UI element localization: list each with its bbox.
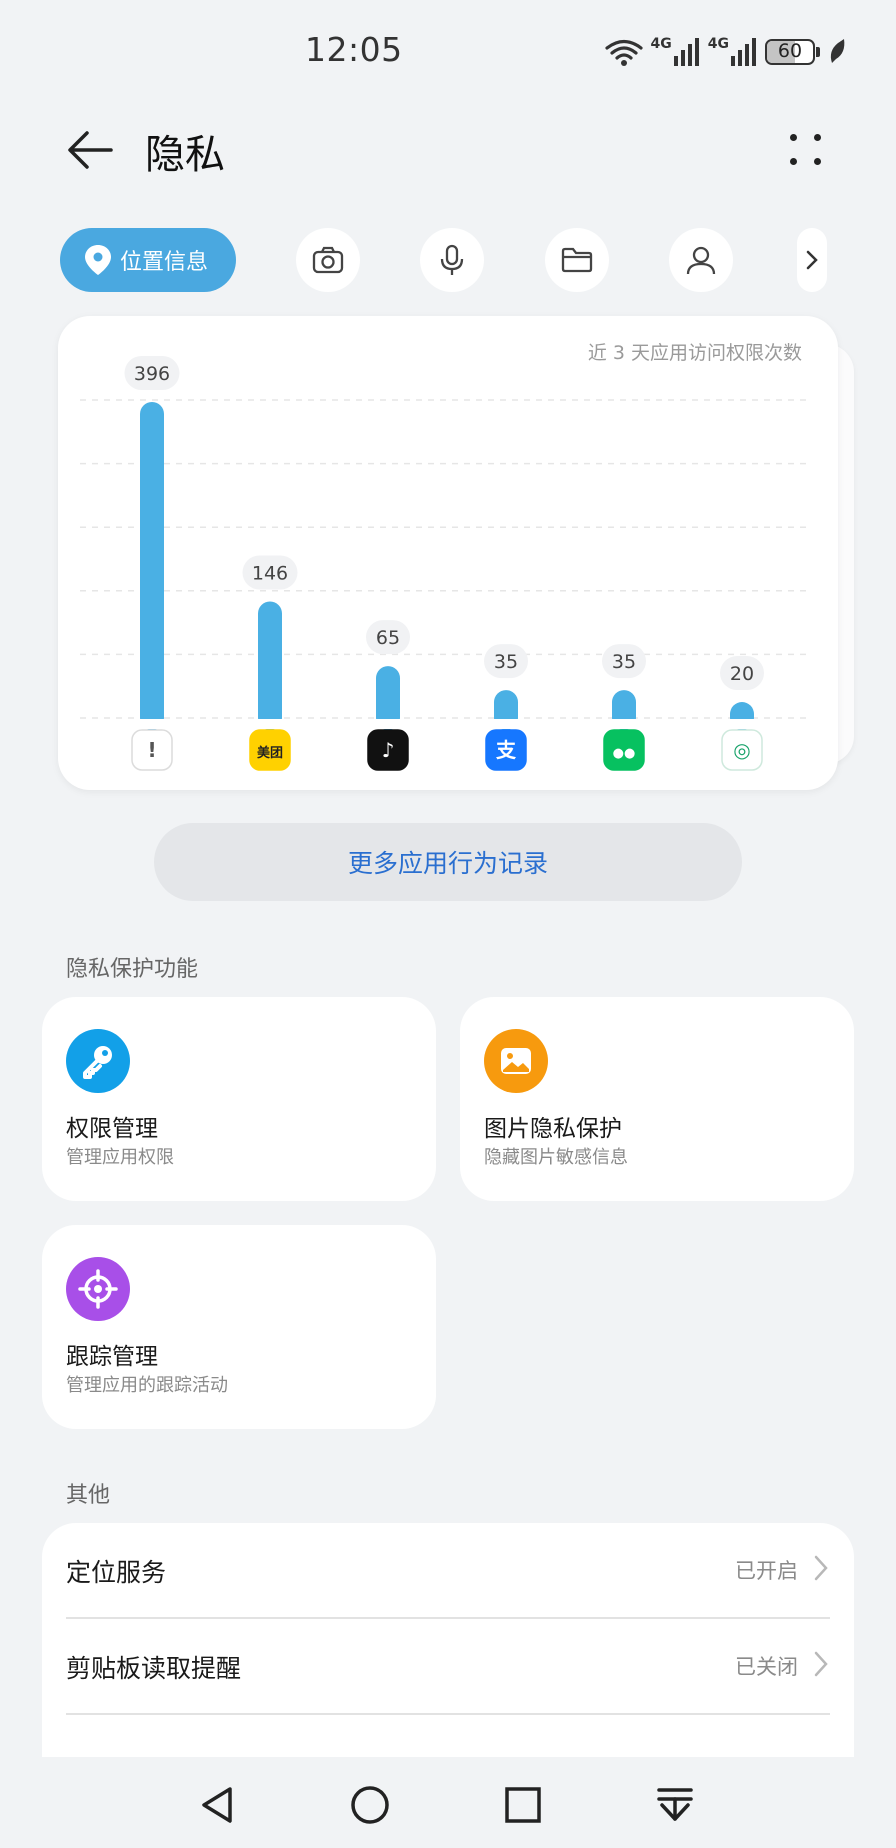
app-icon-glyph: !	[147, 738, 156, 762]
tab-scroll-next[interactable]	[797, 228, 827, 292]
camera-icon	[312, 246, 344, 274]
bar-value-label: 20	[730, 663, 754, 685]
app-icon-glyph: 美团	[257, 745, 283, 761]
others-section-label: 其他	[66, 1483, 111, 1508]
feature-subtitle: 隐藏图片敏感信息	[484, 1147, 628, 1168]
chart-bar	[140, 402, 164, 730]
image-icon	[484, 1029, 548, 1093]
chevron-right-icon	[814, 1651, 828, 1677]
leaf-icon	[830, 39, 845, 63]
more-dots-icon	[790, 134, 797, 141]
back-triangle-icon	[202, 1787, 232, 1823]
tab-microphone[interactable]	[420, 228, 484, 292]
bar-chart: 396! 146 美团 65 ♪ 35 支 35 ●● 20 ◎	[68, 356, 828, 771]
home-circle-icon	[351, 1786, 389, 1824]
location-pin-icon	[85, 245, 111, 275]
app-icon-glyph: 支	[496, 738, 517, 762]
app-icon-glyph: ◎	[733, 738, 750, 762]
battery-level: 60	[777, 40, 803, 62]
feature-title: 权限管理	[66, 1116, 158, 1142]
row-value: 已关闭	[735, 1655, 798, 1679]
chart-bar	[258, 601, 282, 730]
nav-notification-button[interactable]	[645, 1775, 705, 1835]
row-location-service[interactable]: 定位服务 已开启	[42, 1523, 854, 1619]
chevron-right-icon	[806, 250, 818, 270]
tab-location[interactable]: 位置信息	[60, 228, 236, 292]
signal-icon-1	[673, 38, 699, 66]
app-icon-glyph: ●●	[613, 746, 636, 761]
feature-tracking-management[interactable]: 跟踪管理 管理应用的跟踪活动	[42, 1225, 436, 1429]
network-type-1: 4G	[650, 36, 672, 52]
status-icons: 4G 4G 60	[604, 34, 846, 70]
folder-icon	[561, 247, 593, 273]
privacy-section-label: 隐私保护功能	[66, 957, 199, 982]
feature-image-privacy[interactable]: 图片隐私保护 隐藏图片敏感信息	[460, 997, 854, 1201]
microphone-icon	[440, 244, 464, 275]
bar-value-label: 396	[134, 363, 170, 385]
feature-subtitle: 管理应用权限	[66, 1147, 174, 1168]
bar-value-label: 35	[494, 651, 518, 673]
nav-recents-button[interactable]	[493, 1775, 553, 1835]
others-card: 定位服务 已开启 剪贴板读取提醒 已关闭	[42, 1523, 854, 1763]
feature-subtitle: 管理应用的跟踪活动	[66, 1375, 228, 1396]
tab-location-label: 位置信息	[120, 250, 209, 275]
bar-value-label: 35	[612, 651, 636, 673]
feature-permission-management[interactable]: 权限管理 管理应用权限	[42, 997, 436, 1201]
feature-title: 跟踪管理	[66, 1344, 158, 1370]
key-icon	[66, 1029, 130, 1093]
person-icon	[686, 246, 716, 275]
network-type-2: 4G	[707, 36, 729, 52]
back-button[interactable]	[58, 118, 122, 182]
chevron-right-icon	[814, 1555, 828, 1581]
feature-title: 图片隐私保护	[484, 1116, 622, 1142]
status-time: 12:05	[305, 30, 403, 69]
divider	[66, 1713, 830, 1715]
wifi-icon	[604, 39, 643, 66]
system-nav-bar	[0, 1757, 896, 1848]
more-button[interactable]	[776, 120, 836, 180]
tab-camera[interactable]	[296, 228, 360, 292]
notification-pull-icon	[657, 1788, 693, 1821]
recents-square-icon	[505, 1787, 541, 1823]
signal-icon-2	[731, 38, 756, 66]
arrow-left-icon	[68, 131, 113, 169]
tab-contacts[interactable]	[669, 228, 733, 292]
chart-card[interactable]: 近 3 天应用访问权限次数 396! 146 美团 65 ♪ 35 支 35 ●● 20 ◎	[58, 316, 838, 790]
tab-files[interactable]	[545, 228, 609, 292]
page-title: 隐私	[145, 132, 225, 178]
row-label: 剪贴板读取提醒	[66, 1654, 242, 1683]
baseline-mask	[68, 719, 828, 729]
nav-back-button[interactable]	[188, 1775, 248, 1835]
app-icon-glyph: ♪	[382, 738, 395, 762]
more-records-button[interactable]: 更多应用行为记录	[154, 823, 742, 901]
row-label: 定位服务	[66, 1558, 167, 1587]
nav-home-button[interactable]	[340, 1775, 400, 1835]
row-clipboard-reminder[interactable]: 剪贴板读取提醒 已关闭	[42, 1619, 854, 1715]
bar-value-label: 146	[252, 562, 288, 584]
battery-indicator: 60	[765, 39, 820, 65]
row-value: 已开启	[735, 1559, 798, 1583]
crosshair-icon	[66, 1257, 130, 1321]
bar-value-label: 65	[376, 627, 400, 649]
